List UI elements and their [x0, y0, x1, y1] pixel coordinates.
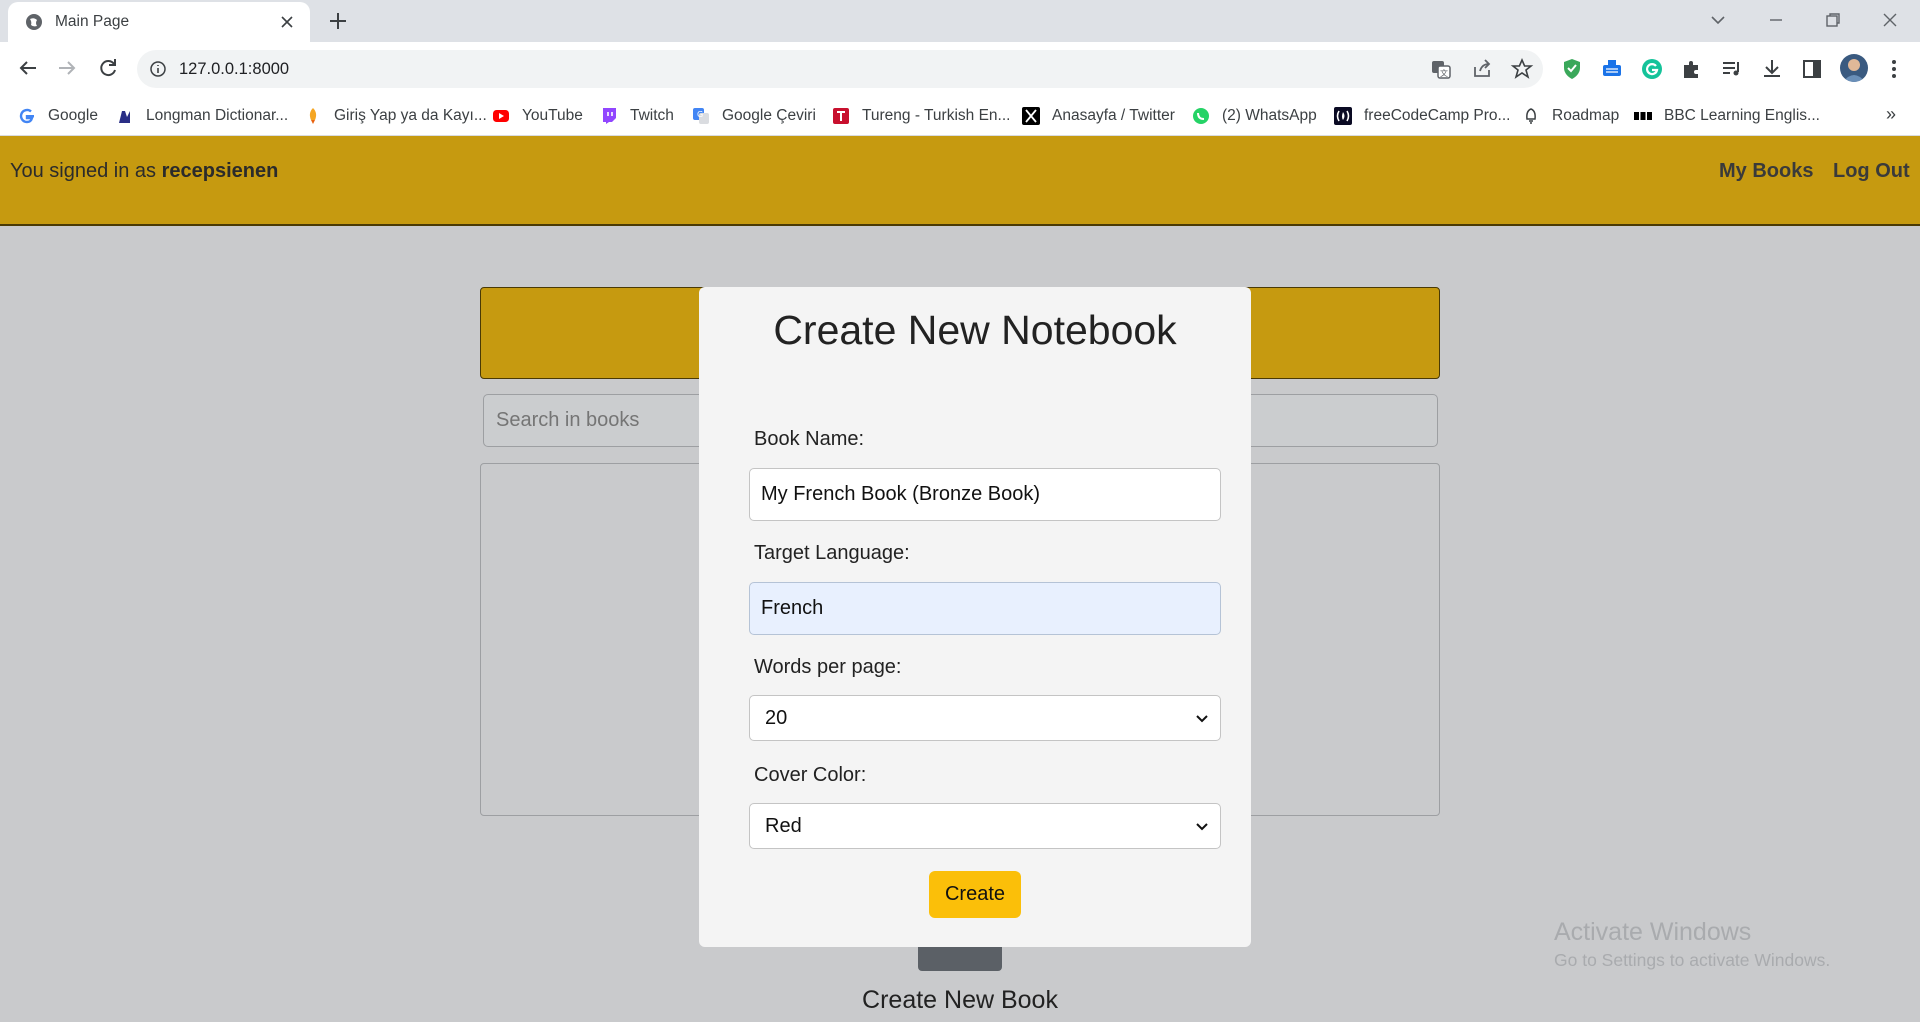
bookmark-item[interactable]: YouTube [492, 96, 583, 136]
words-per-page-label: Words per page: [754, 656, 902, 678]
svg-text:文: 文 [1440, 68, 1448, 78]
new-tab-plus-icon[interactable] [326, 9, 350, 33]
x-icon [1022, 107, 1040, 125]
back-arrow-icon[interactable] [16, 56, 40, 80]
page-content: You signed in as recepsienen My Books Lo… [0, 136, 1920, 1022]
bookmark-label: Google [48, 107, 98, 124]
modal-title: Create New Notebook [773, 307, 1177, 353]
rocket-icon [309, 108, 317, 124]
create-new-book-label[interactable]: Create New Book [820, 986, 1100, 1015]
tab-title: Main Page [55, 13, 130, 30]
signed-in-prefix: You signed in as [10, 160, 157, 182]
close-window-icon[interactable] [1878, 8, 1902, 32]
youtube-icon [493, 110, 509, 122]
bookmark-item[interactable]: Giriş Yap ya da Kayı... [304, 96, 487, 136]
bookmark-item[interactable]: (2) WhatsApp [1192, 96, 1317, 136]
close-tab-icon[interactable] [276, 11, 298, 33]
bookmark-label: Longman Dictionar... [146, 107, 289, 124]
tab-search-chevron-icon[interactable] [1706, 8, 1730, 32]
username: recepsienen [161, 160, 279, 182]
restore-icon[interactable] [1821, 8, 1845, 32]
svg-text:G: G [697, 110, 703, 119]
cover-color-value: Red [765, 814, 802, 837]
globe-icon [26, 14, 42, 30]
words-per-page-value: 20 [765, 706, 788, 729]
translate-page-icon[interactable]: 文 [1429, 57, 1453, 81]
log-out-link[interactable]: Log Out [1833, 160, 1910, 183]
book-name-label: Book Name: [754, 428, 865, 450]
target-language-label: Target Language: [754, 542, 910, 564]
create-notebook-modal: Create New Notebook Book Name: Target La… [699, 287, 1251, 947]
bookmark-item[interactable]: freeCodeCamp Pro... [1334, 96, 1510, 136]
bookmark-item[interactable]: Longman Dictionar... [116, 96, 288, 136]
chevron-down-icon [1196, 823, 1208, 831]
extensions-puzzle-icon[interactable] [1680, 57, 1704, 81]
bookmark-star-icon[interactable] [1510, 57, 1534, 81]
download-icon[interactable] [1760, 57, 1784, 81]
bookmark-item[interactable]: Anasayfa / Twitter [1022, 96, 1175, 136]
shield-extension-icon[interactable] [1560, 57, 1584, 81]
profile-avatar[interactable] [1840, 54, 1868, 82]
freecodecamp-icon [1334, 107, 1352, 125]
bookmark-label: BBC Learning Englis... [1664, 107, 1820, 124]
bookmark-label: Anasayfa / Twitter [1052, 107, 1175, 124]
words-per-page-select[interactable]: 20 [749, 695, 1221, 741]
bookmark-item[interactable]: Twitch [600, 96, 674, 136]
activate-windows-title: Activate Windows [1554, 918, 1752, 946]
bookmark-label: Roadmap [1552, 107, 1620, 124]
site-header: You signed in as recepsienen My Books Lo… [0, 136, 1920, 226]
site-info-icon[interactable] [149, 60, 167, 78]
minimize-icon[interactable] [1764, 8, 1788, 32]
signed-in-text: You signed in as recepsienen [10, 160, 278, 183]
url-text: 127.0.0.1:8000 [179, 59, 290, 78]
bookmark-label: Google Çeviri [722, 107, 816, 124]
tab-strip: Main Page [0, 0, 1920, 42]
forward-arrow-icon[interactable] [55, 56, 79, 80]
reload-icon[interactable] [96, 56, 120, 80]
chevron-down-icon [1196, 715, 1208, 723]
bookmark-label: (2) WhatsApp [1222, 107, 1317, 124]
translate-icon: G [693, 108, 709, 124]
longman-icon [119, 111, 130, 123]
bookmark-item[interactable]: G Google Çeviri [692, 96, 816, 136]
side-panel-icon[interactable] [1800, 57, 1824, 81]
reading-list-icon[interactable] [1720, 57, 1744, 81]
bookmark-item[interactable]: BBC Learning Englis... [1634, 96, 1820, 136]
create-button[interactable]: Create [929, 871, 1021, 918]
cover-color-select[interactable]: Red [749, 803, 1221, 849]
browser-tab-main-page[interactable]: Main Page [8, 2, 310, 42]
twitch-icon [603, 108, 616, 124]
whatsapp-icon [1193, 108, 1209, 124]
target-language-input[interactable] [749, 582, 1221, 635]
bookmark-label: Tureng - Turkish En... [862, 107, 1011, 124]
roadmap-icon [1526, 108, 1536, 124]
share-icon[interactable] [1470, 57, 1494, 81]
browser-menu-icon[interactable] [1882, 57, 1906, 81]
cover-color-label: Cover Color: [754, 764, 867, 786]
bookmark-label: Twitch [630, 107, 674, 124]
bbc-icon [1634, 112, 1652, 120]
grammarly-icon[interactable] [1640, 57, 1664, 81]
bookmark-item[interactable]: Google [18, 96, 98, 136]
bookmark-label: Giriş Yap ya da Kayı... [334, 107, 487, 124]
bookmark-label: freeCodeCamp Pro... [1364, 107, 1511, 124]
bookmark-label: YouTube [522, 107, 583, 124]
address-bar[interactable]: 127.0.0.1:8000 [137, 50, 1543, 88]
book-name-input[interactable] [749, 468, 1221, 521]
my-books-link[interactable]: My Books [1719, 160, 1813, 183]
bookmark-item[interactable]: Roadmap [1522, 96, 1619, 136]
activate-windows-subtitle: Go to Settings to activate Windows. [1554, 950, 1831, 970]
tureng-icon [833, 108, 849, 124]
bookmark-item[interactable]: Tureng - Turkish En... [832, 96, 1010, 136]
bookmarks-bar: Google Longman Dictionar... Giriş Yap ya… [0, 96, 1920, 136]
more-bookmarks-chevron[interactable]: » [1886, 104, 1906, 128]
keyboard-extension-icon[interactable] [1600, 57, 1624, 81]
google-icon [19, 108, 34, 124]
